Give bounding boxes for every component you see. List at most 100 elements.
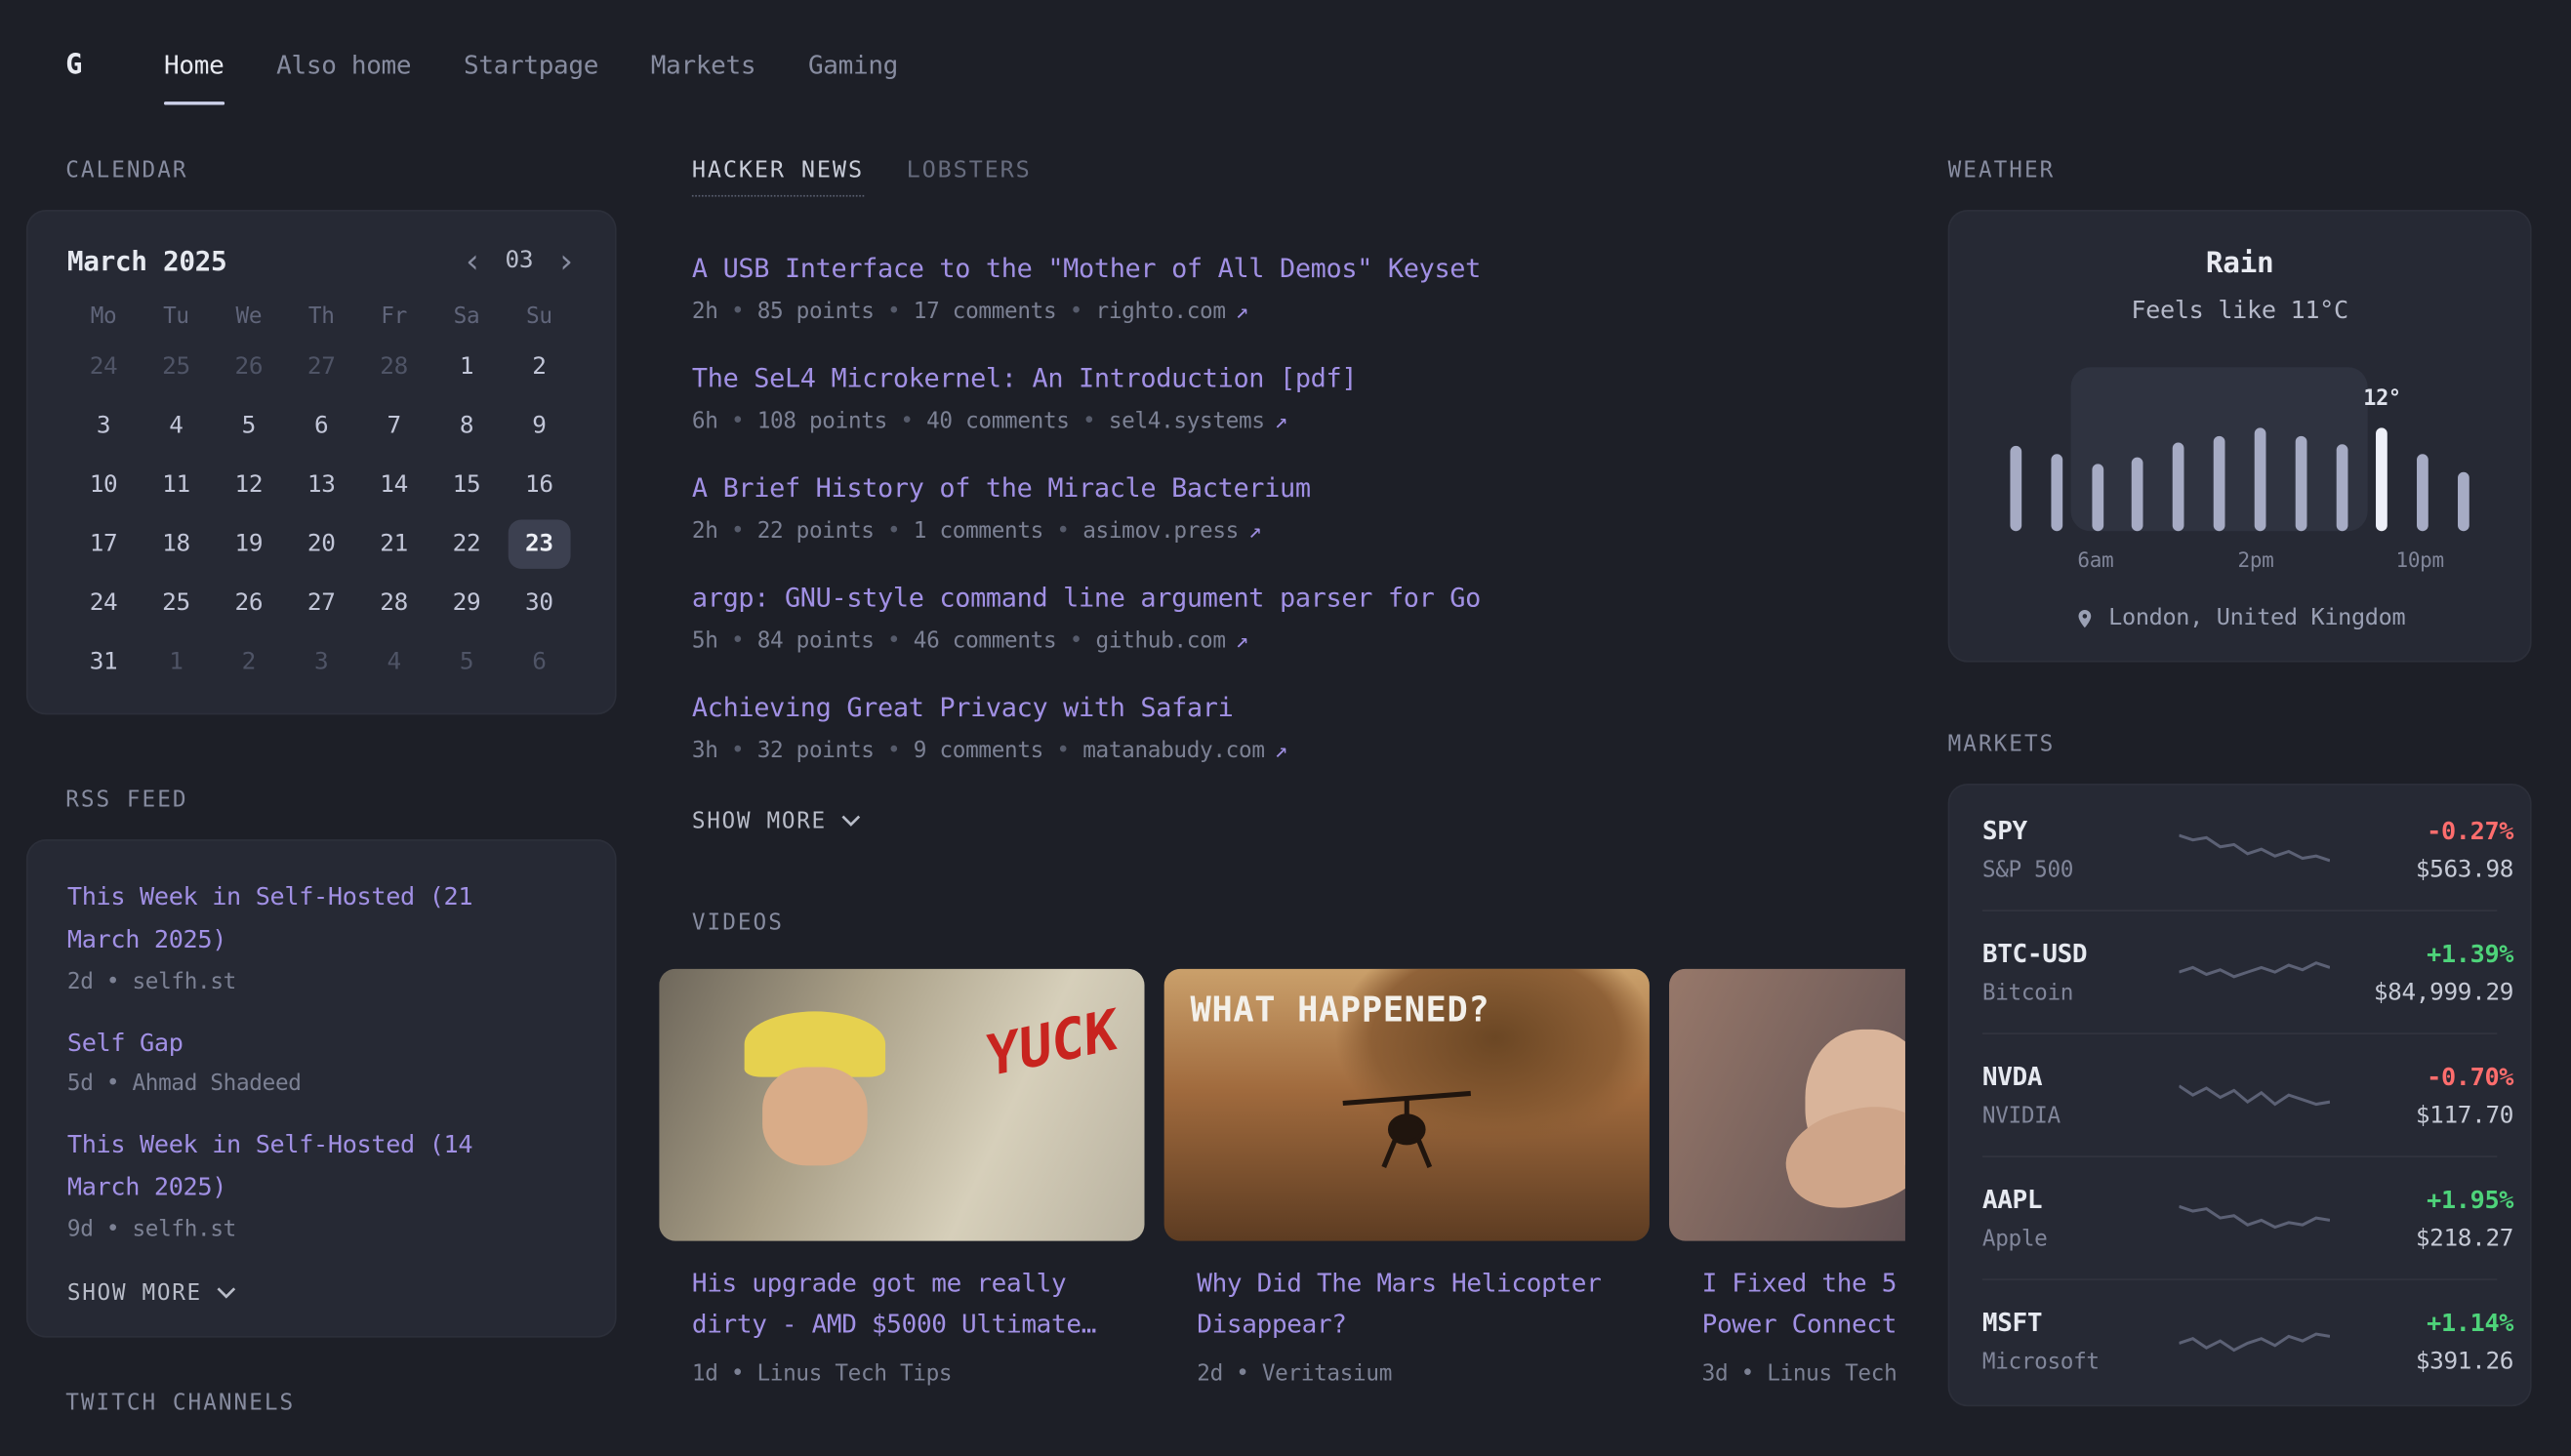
rss-item-title[interactable]: Self Gap bbox=[67, 1023, 576, 1065]
calendar-day: 5 bbox=[218, 402, 280, 451]
market-row[interactable]: AAPLApple+1.95%$218.27 bbox=[1982, 1155, 2497, 1278]
market-price-block: +1.95%$218.27 bbox=[2330, 1185, 2513, 1252]
news-meta-part: 2h bbox=[692, 518, 718, 545]
calendar-day-header: Th bbox=[285, 303, 357, 330]
video-meta: 3d • Linus Tech Tips bbox=[1669, 1360, 1905, 1387]
news-item-title[interactable]: A Brief History of the Miracle Bacterium bbox=[692, 472, 1872, 504]
calendar-day: 14 bbox=[362, 461, 425, 509]
market-name: Microsoft bbox=[1982, 1349, 2180, 1375]
weather-bar-slot bbox=[2117, 367, 2158, 531]
weather-condition: Rain bbox=[1982, 248, 2497, 281]
news-meta-part: 2h bbox=[692, 299, 718, 325]
market-name: Apple bbox=[1982, 1226, 2180, 1252]
news-source-link[interactable]: asimov.press↗ bbox=[1082, 518, 1261, 545]
news-item-title[interactable]: The SeL4 Microkernel: An Introduction [p… bbox=[692, 362, 1872, 393]
weather-bar bbox=[2336, 444, 2347, 531]
market-symbol-block: NVDANVIDIA bbox=[1982, 1062, 2180, 1129]
news-source-link[interactable]: matanabudy.com↗ bbox=[1082, 738, 1287, 764]
calendar-day-header: Tu bbox=[140, 303, 212, 330]
rss-show-more-label: SHOW MORE bbox=[67, 1280, 202, 1307]
calendar-prev-icon[interactable]: ‹ bbox=[463, 244, 482, 277]
market-row[interactable]: SPYS&P 500-0.27%$563.98 bbox=[1982, 789, 2497, 910]
nav-item-startpage[interactable]: Startpage bbox=[464, 0, 598, 131]
market-row[interactable]: MSFTMicrosoft+1.14%$391.26 bbox=[1982, 1278, 2497, 1401]
calendar-title: March 2025 bbox=[67, 245, 227, 276]
rss-item-title[interactable]: This Week in Self-Hosted (21 March 2025) bbox=[67, 877, 576, 962]
calendar-next-icon[interactable]: › bbox=[556, 244, 576, 277]
weather-time-label-empty bbox=[2356, 547, 2396, 572]
market-price: $218.27 bbox=[2330, 1226, 2513, 1252]
news-meta-part: 40 comments bbox=[926, 408, 1070, 434]
rss-item-title[interactable]: This Week in Self-Hosted (14 March 2025) bbox=[67, 1125, 576, 1210]
calendar-day: 6 bbox=[508, 637, 570, 686]
news-item-title[interactable]: Achieving Great Privacy with Safari bbox=[692, 692, 1872, 723]
news-item-title[interactable]: argp: GNU-style command line argument pa… bbox=[692, 582, 1872, 613]
news-item-meta: 5h•84 points•46 comments•github.com↗ bbox=[692, 627, 1872, 654]
tab-lobsters[interactable]: LOBSTERS bbox=[907, 157, 1032, 196]
video-thumbnail[interactable]: WHAT HAPPENED? bbox=[1164, 969, 1650, 1241]
weather-card: Rain Feels like 11°C 12° 6am2pm10pm Lond… bbox=[1948, 210, 2532, 663]
weather-bar-slot: 12° bbox=[2362, 367, 2403, 531]
weather-bar bbox=[2010, 446, 2021, 531]
video-thumbnail[interactable]: YUCK bbox=[659, 969, 1144, 1241]
news-item: A Brief History of the Miracle Bacterium… bbox=[692, 472, 1872, 545]
market-row[interactable]: BTC-USDBitcoin+1.39%$84,999.29 bbox=[1982, 910, 2497, 1032]
app-logo[interactable]: G bbox=[65, 49, 82, 82]
rss-card: This Week in Self-Hosted (21 March 2025)… bbox=[26, 839, 617, 1338]
calendar-day: 9 bbox=[508, 402, 570, 451]
video-thumbnail[interactable] bbox=[1669, 969, 1905, 1241]
video-title[interactable]: I Fixed the 5 Power Connect bbox=[1669, 1264, 1905, 1345]
video-card: I Fixed the 5 Power Connect 3d • Linus Te… bbox=[1669, 969, 1905, 1387]
location-pin-icon bbox=[2074, 606, 2096, 630]
rss-show-more-button[interactable]: SHOW MORE bbox=[67, 1280, 236, 1307]
weather-time-label-empty bbox=[2275, 547, 2315, 572]
calendar-day-header: Su bbox=[503, 303, 575, 330]
weather-location-row: London, United Kingdom bbox=[1982, 605, 2497, 631]
calendar-day: 18 bbox=[144, 519, 207, 568]
market-symbol: NVDA bbox=[1982, 1062, 2180, 1091]
separator-dot: • bbox=[887, 627, 900, 654]
calendar-day: 15 bbox=[435, 461, 498, 509]
nav-item-markets[interactable]: Markets bbox=[651, 0, 755, 131]
news-widget: HACKER NEWS LOBSTERS A USB Interface to t… bbox=[659, 157, 1905, 834]
video-title[interactable]: His upgrade got me really dirty - AMD $5… bbox=[659, 1264, 1144, 1345]
news-meta-part: 5h bbox=[692, 627, 718, 654]
news-source-link[interactable]: sel4.systems↗ bbox=[1109, 408, 1287, 434]
calendar-card: March 2025 ‹ 03 › MoTuWeThFrSaSu 2425262… bbox=[26, 210, 617, 714]
separator-dot: • bbox=[731, 627, 744, 654]
thumbnail-overlay-text: WHAT HAPPENED? bbox=[1191, 991, 1490, 1030]
videos-section-label: VIDEOS bbox=[659, 910, 1905, 936]
nav-item-also-home[interactable]: Also home bbox=[276, 0, 411, 131]
calendar-day: 24 bbox=[72, 579, 135, 627]
calendar-day: 29 bbox=[435, 579, 498, 627]
separator-dot: • bbox=[887, 299, 900, 325]
calendar-day: 10 bbox=[72, 461, 135, 509]
calendar-day: 3 bbox=[290, 637, 352, 686]
calendar-day: 4 bbox=[362, 637, 425, 686]
chevron-down-icon bbox=[841, 815, 861, 828]
external-link-icon: ↗ bbox=[1275, 738, 1287, 764]
news-item: The SeL4 Microkernel: An Introduction [p… bbox=[692, 362, 1872, 434]
nav-item-gaming[interactable]: Gaming bbox=[808, 0, 898, 131]
video-title[interactable]: Why Did The Mars Helicopter Disappear? bbox=[1164, 1264, 1650, 1345]
news-meta-part: 108 points bbox=[757, 408, 887, 434]
video-meta: 1d • Linus Tech Tips bbox=[659, 1360, 1144, 1387]
market-price: $391.26 bbox=[2330, 1349, 2513, 1375]
thumbnail-overlay-text: YUCK bbox=[980, 998, 1123, 1090]
calendar-day: 13 bbox=[290, 461, 352, 509]
weather-bar-slot bbox=[2402, 367, 2443, 531]
market-sparkline bbox=[2179, 945, 2330, 1000]
news-source-domain: github.com bbox=[1096, 627, 1226, 654]
nav-item-home[interactable]: Home bbox=[164, 0, 224, 131]
news-show-more-button[interactable]: SHOW MORE bbox=[692, 808, 861, 834]
weather-bar bbox=[2458, 472, 2469, 531]
market-row[interactable]: NVDANVIDIA-0.70%$117.70 bbox=[1982, 1032, 2497, 1155]
tab-hacker-news[interactable]: HACKER NEWS bbox=[692, 157, 864, 196]
news-source-link[interactable]: github.com ↗ bbox=[1096, 627, 1249, 654]
separator-dot: • bbox=[900, 408, 913, 434]
calendar-day: 25 bbox=[144, 579, 207, 627]
external-link-icon: ↗ bbox=[1236, 627, 1248, 654]
market-price-block: +1.14%$391.26 bbox=[2330, 1308, 2513, 1375]
news-source-link[interactable]: righto.com↗ bbox=[1096, 299, 1249, 325]
news-item-title[interactable]: A USB Interface to the "Mother of All De… bbox=[692, 253, 1872, 284]
